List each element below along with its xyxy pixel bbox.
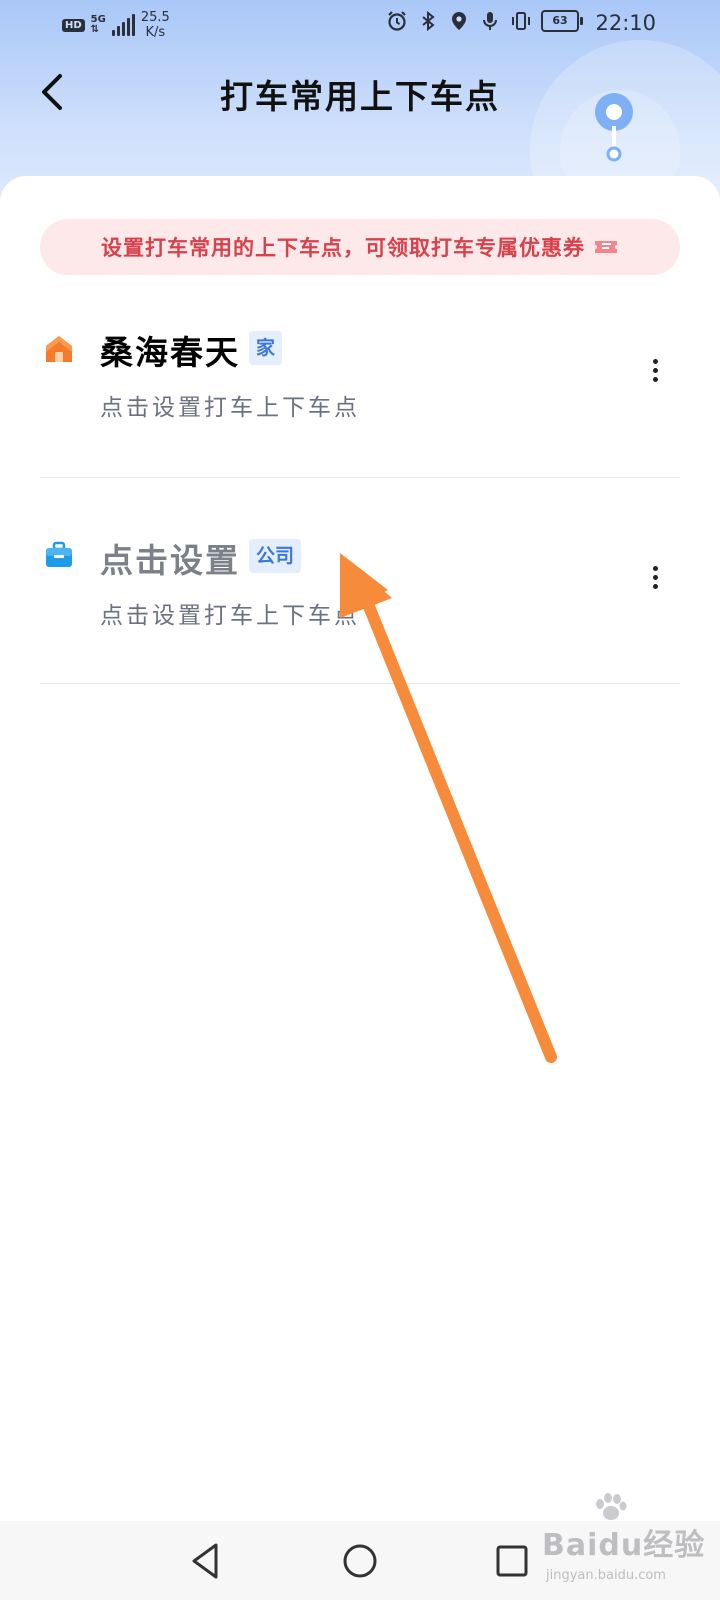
home-icon: [46, 336, 72, 362]
vibrate-icon: [512, 12, 530, 30]
tag-home: 家: [249, 331, 283, 365]
home-circle-icon[interactable]: [338, 1539, 382, 1583]
location-icon: [452, 12, 466, 30]
divider: [40, 683, 680, 684]
more-options-icon[interactable]: [645, 562, 665, 602]
promo-banner[interactable]: 设置打车常用的上下车点，可领取打车专属优惠券: [40, 219, 680, 275]
divider: [40, 477, 680, 478]
signal-icon: [111, 14, 135, 36]
place-subtitle: 点击设置打车上下车点: [100, 395, 360, 421]
promo-text: 设置打车常用的上下车点，可领取打车专属优惠券: [101, 236, 585, 260]
list-item-company[interactable]: 点击设置 公司 点击设置打车上下车点: [0, 508, 720, 718]
back-triangle-icon[interactable]: [184, 1539, 228, 1583]
network-speed: 25.5 K/s: [141, 10, 170, 40]
clock: 22:10: [595, 11, 656, 35]
watermark-sub: jingyan.baidu.com: [546, 1568, 666, 1583]
data-arrows-icon: ⇅: [90, 24, 100, 35]
tag-company: 公司: [249, 539, 302, 573]
mic-icon: [483, 12, 497, 30]
watermark: Baidu经验 jingyan.baidu.com: [540, 1492, 710, 1598]
status-left: HD 5G ⇅ 25.5 K/s: [62, 10, 170, 40]
watermark-main: Baidu经验: [542, 1528, 706, 1563]
speed-value: 25.5: [140, 10, 170, 25]
page-title: 打车常用上下车点: [220, 77, 500, 116]
hd-badge: HD: [62, 18, 85, 32]
place-name: 点击设置: [100, 541, 240, 580]
status-bar: HD 5G ⇅ 25.5 K/s 63 22:10: [0, 0, 720, 48]
recents-square-icon[interactable]: [490, 1539, 534, 1583]
briefcase-icon: [46, 541, 72, 567]
place-subtitle: 点击设置打车上下车点: [100, 603, 360, 629]
network-type: 5G ⇅: [91, 15, 106, 35]
list-item-home[interactable]: 桑海春天 家 点击设置打车上下车点: [0, 300, 720, 510]
paw-icon: [596, 1493, 627, 1520]
alarm-icon: [388, 11, 406, 31]
place-name: 桑海春天: [100, 333, 240, 372]
battery-icon: 63: [541, 10, 583, 32]
speed-unit: K/s: [145, 25, 166, 40]
ticket-icon: [595, 241, 617, 253]
bluetooth-icon: [422, 10, 435, 32]
more-options-icon[interactable]: [645, 355, 665, 395]
